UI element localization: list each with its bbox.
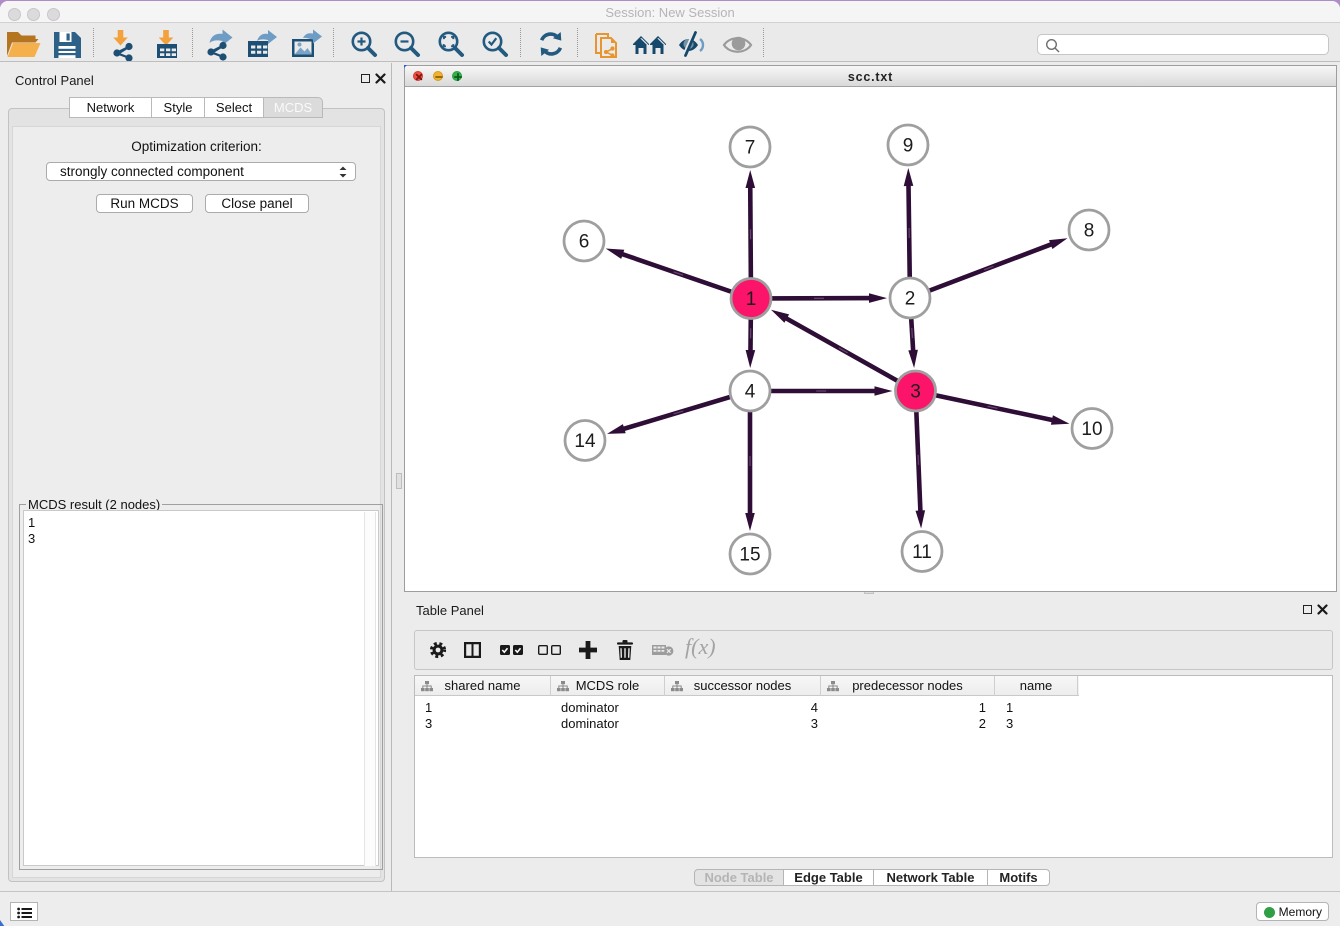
svg-text:1: 1 — [746, 289, 757, 310]
svg-text:10: 10 — [1081, 419, 1102, 440]
svg-text:9: 9 — [903, 136, 914, 157]
svg-text:3: 3 — [910, 382, 921, 403]
svg-text:11: 11 — [912, 542, 932, 563]
svg-text:14: 14 — [574, 431, 596, 452]
svg-text:8: 8 — [1084, 221, 1095, 242]
svg-text:4: 4 — [745, 382, 756, 403]
svg-text:15: 15 — [739, 545, 760, 566]
svg-text:7: 7 — [745, 138, 756, 159]
svg-text:2: 2 — [905, 289, 916, 310]
svg-text:6: 6 — [579, 232, 590, 253]
